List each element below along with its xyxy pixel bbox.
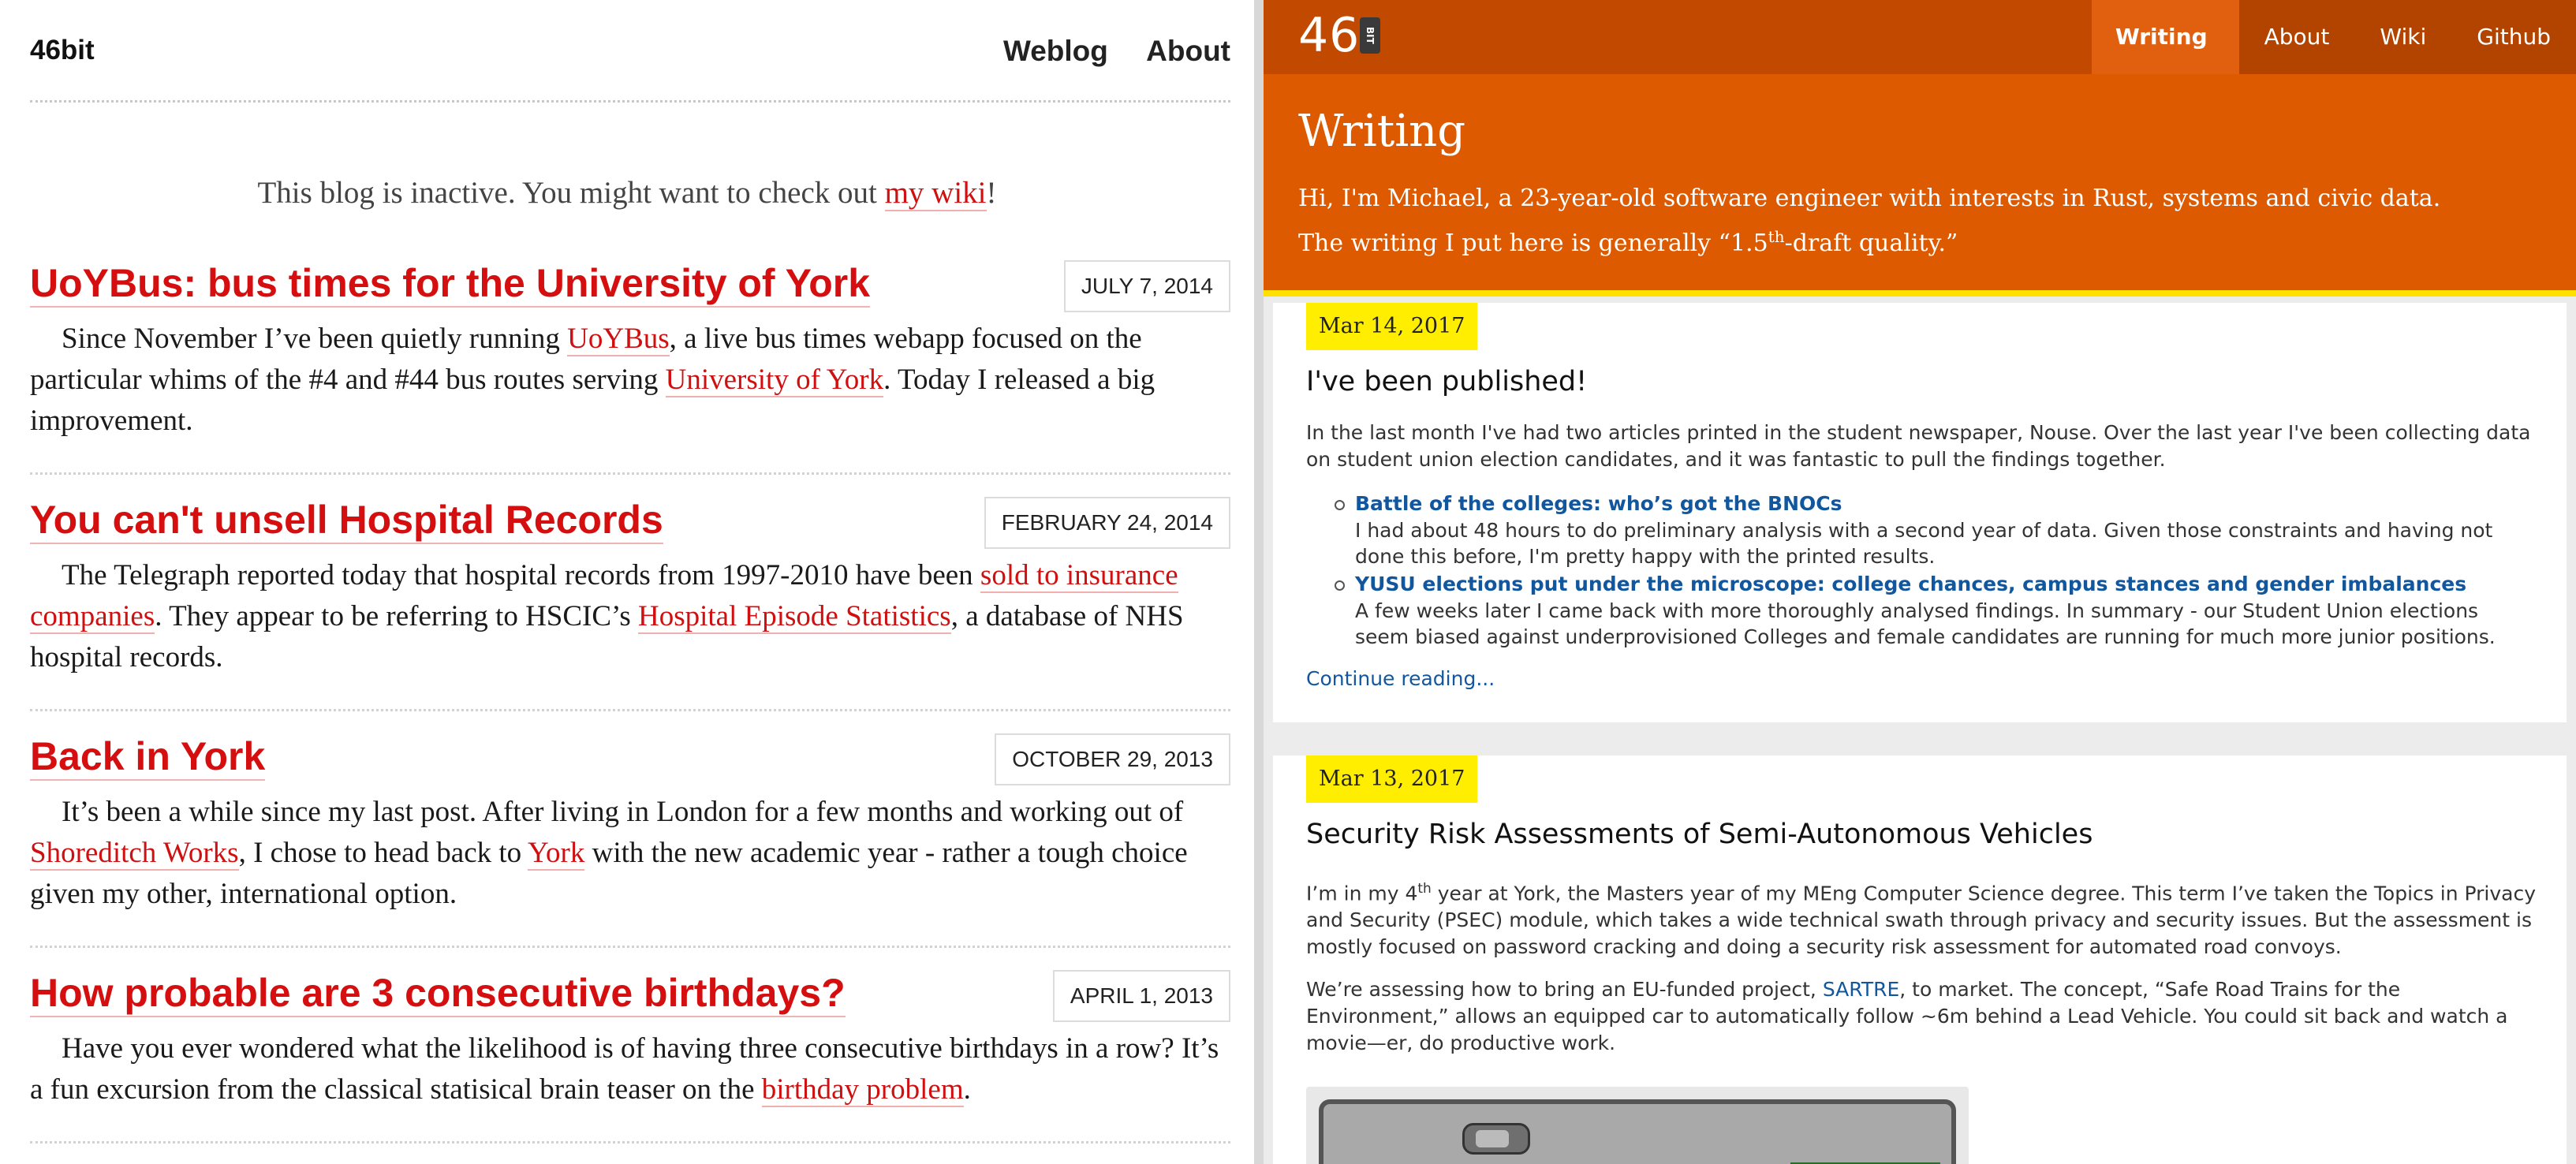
article-link[interactable]: Battle of the colleges: who’s got the BN… [1355,491,2537,517]
hero-line-2-end: -draft quality.” [1784,229,1958,257]
nav-weblog[interactable]: Weblog [1003,35,1108,67]
excerpt-text: The Telegraph reported today that hospit… [62,559,980,591]
site-logo[interactable]: 46 [1298,9,1360,62]
inline-link[interactable]: Hospital Episode Statistics [637,600,951,634]
inline-link[interactable]: University of York [665,364,884,397]
post-entry: You can't unsell Hospital Records FEBRUA… [30,497,1230,711]
post-date: FEBRUARY 24, 2014 [984,497,1230,549]
article-link[interactable]: YUSU elections put under the microscope:… [1355,571,2537,598]
page-title: Writing [1298,106,1466,157]
sartre-link[interactable]: SARTRE [1823,978,1899,1001]
hero-intro: Hi, I'm Michael, a 23-year-old software … [1298,180,2481,263]
post-excerpt: The Telegraph reported today that hospit… [30,555,1230,678]
article-paragraph: We’re assessing how to bring an EU-funde… [1306,976,2537,1057]
right-nav: Writing About Wiki Github [2091,0,2576,74]
excerpt-text: . They appear to be referring to HSCIC’s [155,600,638,632]
nav-wiki[interactable]: Wiki [2354,0,2451,74]
list-item-desc: A few weeks later I came back with more … [1355,599,2496,648]
notice-suffix: ! [986,176,997,210]
inactive-notice: This blog is inactive. You might want to… [0,175,1254,211]
list-item: Battle of the colleges: who’s got the BN… [1335,491,2537,569]
list-item: YUSU elections put under the microscope:… [1335,571,2537,650]
hero-banner: Writing Hi, I'm Michael, a 23-year-old s… [1264,74,2576,297]
hero-superscript: th [1768,227,1785,246]
logo-badge: BIT [1360,17,1380,54]
excerpt-text: Since November I’ve been quietly running [62,323,568,355]
paragraph-superscript: th [1417,881,1432,897]
article-date: Mar 14, 2017 [1306,303,1478,350]
nav-about[interactable]: About [2239,0,2355,74]
post-entry: UoYBus: bus times for the University of … [30,260,1230,475]
paragraph-text: We’re assessing how to bring an EU-funde… [1306,978,1823,1002]
post-excerpt: Have you ever wondered what the likeliho… [30,1028,1230,1110]
post-entry: How probable are 3 consecutive birthdays… [30,970,1230,1143]
post-date: APRIL 1, 2013 [1052,970,1230,1022]
inline-link[interactable]: UoYBus [567,323,670,356]
post-date: JULY 7, 2014 [1063,260,1230,312]
road-illustration [1319,1099,1956,1164]
inline-link[interactable]: Shoreditch Works [30,837,239,871]
post-title[interactable]: How probable are 3 consecutive birthdays… [30,970,846,1017]
list-item-desc: I had about 48 hours to do preliminary a… [1355,519,2493,568]
left-nav: Weblog About [973,35,1230,68]
article-title[interactable]: I've been published! [1306,366,1587,397]
excerpt-text: Have you ever wondered what the likeliho… [30,1032,1219,1106]
excerpt-text: It’s been a while since my last post. Af… [62,796,1184,828]
article-body: In the last month I've had two articles … [1306,420,2537,692]
article-card: Mar 13, 2017 Security Risk Assessments o… [1273,755,2567,1164]
excerpt-text: . [963,1073,971,1106]
article-intro: In the last month I've had two articles … [1306,421,2531,471]
car-icon [1462,1123,1530,1155]
post-entry: Back in York OCTOBER 29, 2013 It’s been … [30,733,1230,948]
post-date: OCTOBER 29, 2013 [995,733,1230,785]
site-brand[interactable]: 46bit [30,35,95,66]
excerpt-text: , I chose to head back to [238,837,528,869]
post-excerpt: Since November I’ve been quietly running… [30,319,1230,442]
hero-line-2: The writing I put here is generally “1.5… [1298,218,2481,263]
inline-link[interactable]: birthday problem [761,1073,964,1107]
continue-reading-link[interactable]: Continue reading... [1306,666,2537,692]
notice-prefix: This blog is inactive. You might want to… [257,176,885,210]
inline-link[interactable]: York [528,837,585,871]
paragraph-text: year at York, the Masters year of my MEn… [1306,882,2536,959]
post-title[interactable]: UoYBus: bus times for the University of … [30,260,871,308]
hero-line-2-text: The writing I put here is generally “1.5 [1298,229,1768,257]
nav-about[interactable]: About [1146,35,1230,67]
post-title[interactable]: Back in York [30,733,266,781]
post-title[interactable]: You can't unsell Hospital Records [30,497,663,544]
article-date: Mar 13, 2017 [1306,755,1478,803]
wiki-link[interactable]: my wiki [884,176,987,211]
right-blog-pane: 46 BIT Writing About Wiki Github Writing… [1264,0,2576,1164]
article-paragraph: I’m in my 4th year at York, the Masters … [1306,875,2537,961]
article-list: Battle of the colleges: who’s got the BN… [1335,491,2537,650]
article-card: Mar 14, 2017 I've been published! In the… [1273,303,2567,722]
pane-divider [1254,0,1264,1164]
nav-writing[interactable]: Writing [2091,0,2239,74]
article-title[interactable]: Security Risk Assessments of Semi-Autono… [1306,819,2093,850]
article-figure [1306,1087,1969,1164]
hero-line-1: Hi, I'm Michael, a 23-year-old software … [1298,185,2441,212]
paragraph-text: I’m in my 4 [1306,882,1418,905]
post-excerpt: It’s been a while since my last post. Af… [30,792,1230,915]
left-header: 46bit Weblog About [30,0,1230,103]
nav-github[interactable]: Github [2451,0,2576,74]
article-body: I’m in my 4th year at York, the Masters … [1306,875,2537,1057]
right-topbar: 46 BIT Writing About Wiki Github [1264,0,2576,74]
left-blog-pane: 46bit Weblog About This blog is inactive… [0,0,1254,1164]
